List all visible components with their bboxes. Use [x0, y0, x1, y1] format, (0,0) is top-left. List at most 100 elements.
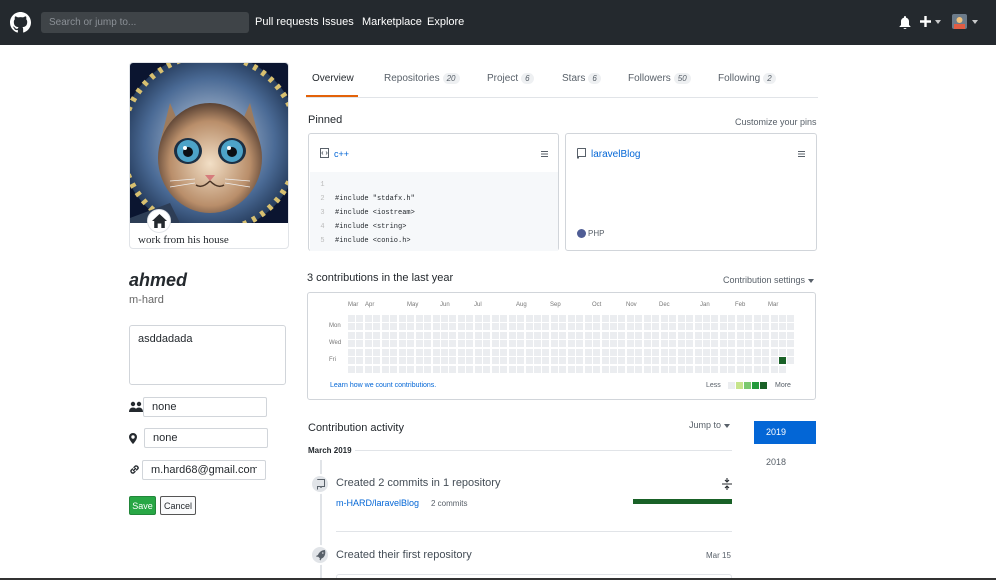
tab-overview[interactable]: Overview [312, 73, 354, 84]
contribution-day[interactable] [702, 365, 710, 373]
tab-repositories[interactable]: Repositories 20 [384, 73, 460, 84]
contribution-day[interactable] [567, 357, 575, 365]
contribution-day[interactable] [762, 340, 769, 348]
contribution-day[interactable] [660, 357, 668, 365]
contribution-day[interactable] [787, 340, 795, 348]
contribution-day[interactable] [635, 315, 643, 322]
contribution-day[interactable] [474, 348, 482, 356]
contribution-day[interactable] [491, 365, 499, 373]
contribution-day[interactable] [677, 315, 685, 322]
contribution-day[interactable] [728, 357, 736, 365]
contribution-day[interactable] [567, 331, 575, 339]
contribution-day[interactable] [610, 357, 617, 365]
contribution-day[interactable] [466, 357, 474, 365]
contribution-day[interactable] [787, 331, 795, 339]
contribution-day[interactable] [508, 340, 516, 348]
contribution-day[interactable] [356, 340, 364, 348]
contribution-day[interactable] [348, 365, 355, 373]
contribution-day[interactable] [474, 323, 482, 331]
contribution-day[interactable] [356, 357, 364, 365]
contribution-day[interactable] [618, 348, 626, 356]
contribution-day[interactable] [677, 340, 685, 348]
contribution-day[interactable] [457, 331, 465, 339]
contribution-day[interactable] [643, 348, 651, 356]
contribution-day[interactable] [753, 331, 761, 339]
contribution-day[interactable] [702, 323, 710, 331]
avatar-chevron-down-icon[interactable] [972, 20, 978, 24]
contribution-day[interactable] [677, 323, 685, 331]
contribution-day[interactable] [449, 348, 457, 356]
jump-to-dropdown[interactable]: Jump to [689, 420, 730, 430]
contribution-day[interactable] [550, 365, 558, 373]
contribution-day[interactable] [576, 340, 584, 348]
contribution-day[interactable] [364, 348, 372, 356]
pinned-repo-name[interactable]: laravelBlog [591, 149, 640, 160]
tab-project[interactable]: Project 6 [487, 73, 534, 84]
contribution-day[interactable] [508, 348, 516, 356]
contribution-day[interactable] [728, 323, 736, 331]
contribution-day[interactable] [373, 357, 381, 365]
contribution-day[interactable] [348, 315, 355, 322]
contribution-day[interactable] [643, 323, 651, 331]
contribution-day[interactable] [542, 323, 550, 331]
contribution-day[interactable] [635, 340, 643, 348]
contribution-day[interactable] [686, 331, 693, 339]
contribution-day[interactable] [407, 365, 415, 373]
contribution-day[interactable] [702, 348, 710, 356]
contribution-day[interactable] [593, 348, 600, 356]
contribution-day[interactable] [466, 365, 474, 373]
contribution-day[interactable] [576, 357, 584, 365]
contribution-day[interactable] [348, 331, 355, 339]
contribution-day[interactable] [643, 331, 651, 339]
chevron-down-icon[interactable] [935, 20, 941, 24]
contribution-day[interactable] [356, 323, 364, 331]
contribution-day[interactable] [356, 348, 364, 356]
contribution-day[interactable] [745, 331, 753, 339]
contribution-day[interactable] [669, 348, 677, 356]
contribution-day[interactable] [576, 348, 584, 356]
contribution-day[interactable] [440, 348, 448, 356]
contribution-day[interactable] [550, 315, 558, 322]
contribution-day[interactable] [711, 315, 719, 322]
contribution-day[interactable] [753, 340, 761, 348]
contribution-day[interactable] [381, 348, 389, 356]
contribution-day[interactable] [373, 331, 381, 339]
tab-followers[interactable]: Followers 50 [628, 73, 691, 84]
plus-icon[interactable] [920, 16, 931, 27]
nav-pull-requests[interactable]: Pull requests [255, 16, 319, 28]
contribution-day[interactable] [626, 365, 634, 373]
contribution-day[interactable] [449, 357, 457, 365]
contribution-day[interactable] [348, 357, 355, 365]
contribution-day[interactable] [432, 365, 440, 373]
contribution-day[interactable] [415, 365, 423, 373]
contribution-day[interactable] [753, 365, 761, 373]
contribution-day[interactable] [415, 323, 423, 331]
contribution-day[interactable] [407, 357, 415, 365]
contribution-day[interactable] [432, 357, 440, 365]
contribution-day[interactable] [745, 323, 753, 331]
contribution-day[interactable] [711, 365, 719, 373]
contribution-day[interactable] [432, 340, 440, 348]
contribution-day[interactable] [669, 365, 677, 373]
contribution-day[interactable] [770, 357, 778, 365]
contribution-day[interactable] [398, 331, 406, 339]
contribution-day[interactable] [550, 323, 558, 331]
contribution-day[interactable] [390, 357, 398, 365]
contribution-day[interactable] [686, 365, 693, 373]
contribution-day[interactable] [508, 323, 516, 331]
customize-pins-link[interactable]: Customize your pins [735, 117, 817, 127]
contribution-day[interactable] [381, 323, 389, 331]
contribution-day[interactable] [364, 357, 372, 365]
contribution-day[interactable] [559, 315, 567, 322]
contribution-day[interactable] [652, 348, 660, 356]
pinned-repo-name[interactable]: c++ [334, 149, 349, 159]
contribution-day[interactable] [483, 331, 491, 339]
contribution-day[interactable] [618, 340, 626, 348]
contribution-day[interactable] [491, 348, 499, 356]
contribution-day[interactable] [610, 340, 617, 348]
contribution-day[interactable] [398, 323, 406, 331]
contribution-day[interactable] [550, 357, 558, 365]
contribution-day[interactable] [567, 365, 575, 373]
contribution-day[interactable] [424, 315, 432, 322]
contribution-day[interactable] [550, 340, 558, 348]
